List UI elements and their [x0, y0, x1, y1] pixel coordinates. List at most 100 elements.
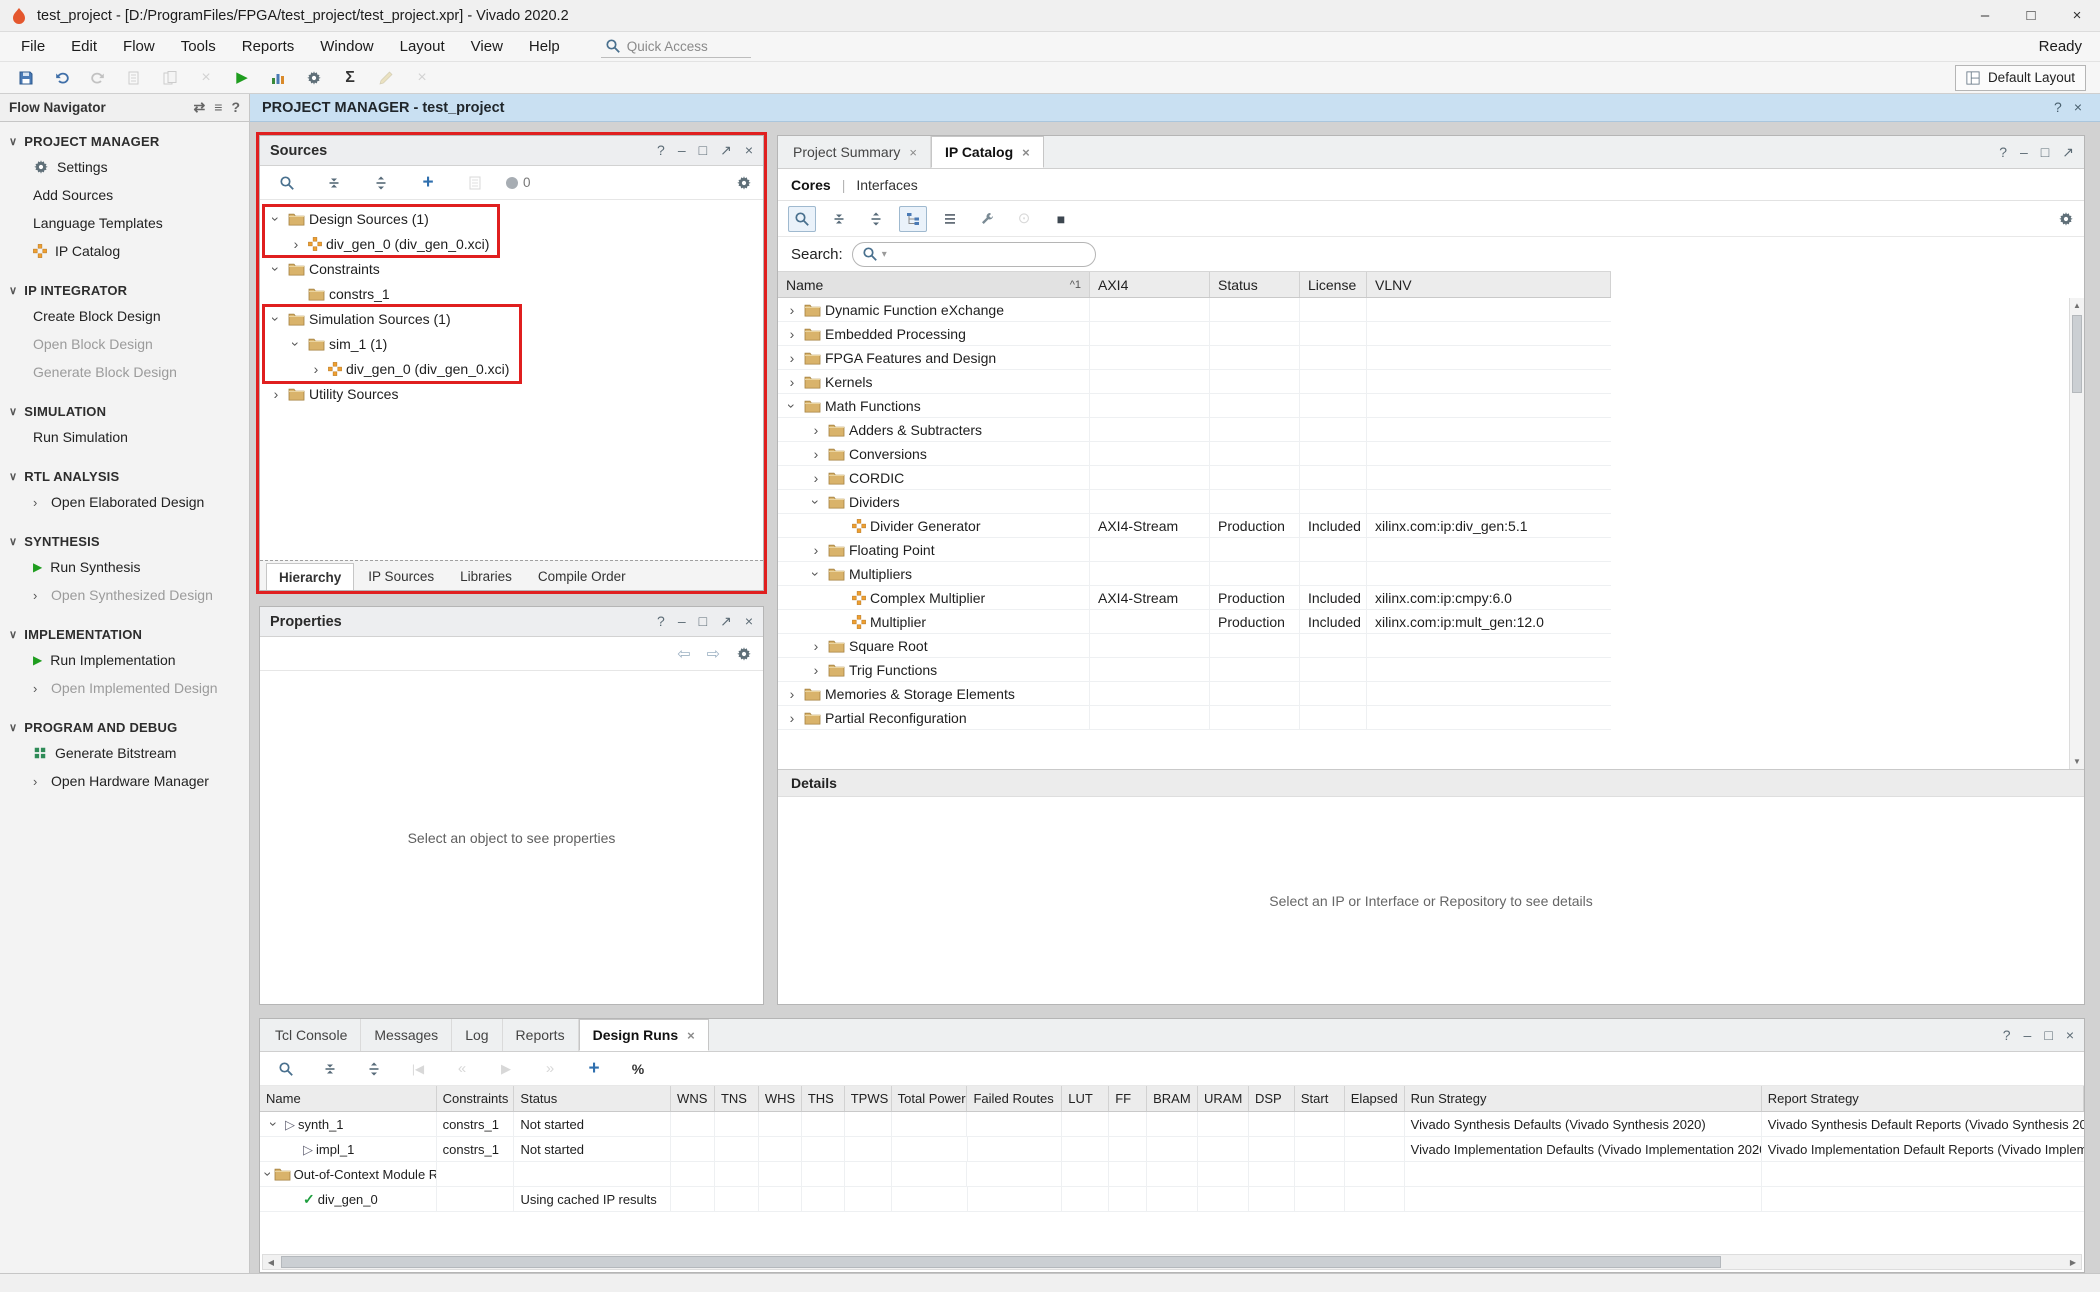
- menu-reports[interactable]: Reports: [229, 32, 308, 61]
- step-back-icon[interactable]: «: [446, 1055, 478, 1083]
- column-header-name[interactable]: Name: [260, 1086, 437, 1111]
- chevron-collapsed-icon[interactable]: ›: [784, 710, 800, 726]
- run-circle-icon[interactable]: ⊙: [1010, 206, 1038, 232]
- minimize-icon[interactable]: –: [2024, 1028, 2032, 1043]
- chevron-collapsed-icon[interactable]: ›: [808, 470, 824, 486]
- help-icon[interactable]: ?: [657, 143, 665, 158]
- float-icon[interactable]: ↗: [720, 143, 732, 158]
- design-run-row-out-of-context-module-runs[interactable]: ›Out-of-Context Module Runs: [260, 1162, 2084, 1187]
- close-icon[interactable]: ×: [745, 614, 753, 629]
- close-button[interactable]: ×: [2054, 0, 2100, 31]
- flownav-section-header-ip-integrator[interactable]: ∨IP INTEGRATOR: [0, 279, 249, 302]
- close-icon[interactable]: ×: [745, 143, 753, 158]
- delete-icon[interactable]: ×: [190, 64, 222, 92]
- chevron-collapsed-icon[interactable]: ›: [808, 662, 824, 678]
- menu-edit[interactable]: Edit: [58, 32, 110, 61]
- close-icon[interactable]: ×: [1022, 145, 1030, 160]
- close-icon[interactable]: ×: [2066, 1028, 2074, 1043]
- sources-tab-compile-order[interactable]: Compile Order: [526, 563, 638, 590]
- back-arrow-icon[interactable]: ⇦: [677, 644, 690, 664]
- menu-view[interactable]: View: [458, 32, 516, 61]
- gear-icon[interactable]: [736, 175, 752, 191]
- flownav-item-open-implemented-design[interactable]: ›Open Implemented Design: [0, 674, 249, 702]
- design-run-row-synth-1[interactable]: ›▷synth_1constrs_1Not startedVivado Synt…: [260, 1112, 2084, 1137]
- design-run-row-div-gen-0[interactable]: ✓div_gen_0Using cached IP results: [260, 1187, 2084, 1212]
- close-icon[interactable]: ×: [2074, 100, 2082, 116]
- column-header-run-strategy[interactable]: Run Strategy: [1405, 1086, 1762, 1111]
- flownav-section-header-program-and-debug[interactable]: ∨PROGRAM AND DEBUG: [0, 716, 249, 739]
- minimize-icon[interactable]: –: [2020, 145, 2028, 160]
- chevron-expanded-icon[interactable]: ›: [808, 566, 824, 582]
- gear-icon[interactable]: [2058, 211, 2074, 227]
- menu-tools[interactable]: Tools: [168, 32, 229, 61]
- flownav-item-ip-catalog[interactable]: IP Catalog: [0, 237, 249, 265]
- float-icon[interactable]: ↗: [720, 614, 732, 629]
- customize-icon[interactable]: [973, 206, 1001, 232]
- undo-icon[interactable]: [46, 64, 78, 92]
- scroll-down-icon[interactable]: ▼: [2070, 754, 2084, 769]
- help-icon[interactable]: ?: [231, 100, 240, 115]
- ip-catalog-row-dividers[interactable]: ›Dividers: [778, 490, 1611, 514]
- sources-tab-hierarchy[interactable]: Hierarchy: [266, 563, 354, 590]
- chevron-collapsed-icon[interactable]: ›: [784, 302, 800, 318]
- source-tree-item-div-gen-0-div-gen-0-xci[interactable]: ›div_gen_0 (div_gen_0.xci): [260, 231, 763, 256]
- design-run-row-impl-1[interactable]: ▷impl_1constrs_1Not startedVivado Implem…: [260, 1137, 2084, 1162]
- column-header-license[interactable]: License: [1300, 272, 1367, 297]
- maximize-icon[interactable]: □: [2041, 145, 2049, 160]
- search-icon[interactable]: [788, 206, 816, 232]
- collapse-all-icon[interactable]: [318, 169, 350, 197]
- column-header-start[interactable]: Start: [1295, 1086, 1345, 1111]
- ip-search-input[interactable]: ▾: [852, 242, 1096, 267]
- ip-catalog-row-floating-point[interactable]: ›Floating Point: [778, 538, 1611, 562]
- column-header-axi4[interactable]: AXI4: [1090, 272, 1210, 297]
- cancel-icon[interactable]: ×: [406, 64, 438, 92]
- skip-first-icon[interactable]: |◀: [402, 1055, 434, 1083]
- help-icon[interactable]: ?: [1999, 145, 2007, 160]
- sources-tab-libraries[interactable]: Libraries: [448, 563, 524, 590]
- redo-icon[interactable]: [82, 64, 114, 92]
- chevron-collapsed-icon[interactable]: ›: [808, 542, 824, 558]
- flownav-item-create-block-design[interactable]: Create Block Design: [0, 302, 249, 330]
- flownav-section-header-project-manager[interactable]: ∨PROJECT MANAGER: [0, 130, 249, 153]
- chevron-expanded-icon[interactable]: ›: [268, 261, 284, 277]
- minimize-button[interactable]: –: [1962, 0, 2008, 31]
- column-header-lut[interactable]: LUT: [1062, 1086, 1109, 1111]
- chevron-collapsed-icon[interactable]: ›: [308, 361, 324, 377]
- flownav-item-language-templates[interactable]: Language Templates: [0, 209, 249, 237]
- chevron-expanded-icon[interactable]: ›: [268, 211, 284, 227]
- float-icon[interactable]: ↗: [2062, 145, 2074, 160]
- ip-catalog-row-partial-reconfiguration[interactable]: ›Partial Reconfiguration: [778, 706, 1611, 730]
- chevron-expanded-icon[interactable]: ›: [260, 1172, 276, 1177]
- add-icon[interactable]: +: [412, 169, 444, 197]
- column-header-ff[interactable]: FF: [1109, 1086, 1147, 1111]
- save-icon[interactable]: [10, 64, 42, 92]
- help-icon[interactable]: ?: [2003, 1028, 2011, 1043]
- ip-catalog-row-multiplier[interactable]: MultiplierProductionIncludedxilinx.com:i…: [778, 610, 1611, 634]
- flownav-section-header-rtl-analysis[interactable]: ∨RTL ANALYSIS: [0, 465, 249, 488]
- expand-all-icon[interactable]: [862, 206, 890, 232]
- maximize-icon[interactable]: □: [2044, 1028, 2052, 1043]
- column-header-dsp[interactable]: DSP: [1249, 1086, 1295, 1111]
- column-header-uram[interactable]: URAM: [1198, 1086, 1249, 1111]
- tab-tcl-console[interactable]: Tcl Console: [262, 1019, 361, 1051]
- tab-reports[interactable]: Reports: [503, 1019, 579, 1051]
- maximize-icon[interactable]: □: [699, 614, 707, 629]
- scroll-left-icon[interactable]: ◀: [263, 1255, 279, 1269]
- flownav-item-generate-block-design[interactable]: Generate Block Design: [0, 358, 249, 386]
- tab-ip-catalog[interactable]: IP Catalog×: [931, 136, 1044, 168]
- expand-all-icon[interactable]: [358, 1055, 390, 1083]
- source-tree-item-constraints[interactable]: ›Constraints: [260, 256, 763, 281]
- ip-catalog-row-conversions[interactable]: ›Conversions: [778, 442, 1611, 466]
- ip-catalog-row-embedded-processing[interactable]: ›Embedded Processing: [778, 322, 1611, 346]
- flownav-item-open-synthesized-design[interactable]: ›Open Synthesized Design: [0, 581, 249, 609]
- settings-icon[interactable]: [298, 64, 330, 92]
- flownav-item-run-implementation[interactable]: ▶Run Implementation: [0, 646, 249, 674]
- swap-icon[interactable]: ⇄: [194, 100, 206, 115]
- minimize-icon[interactable]: –: [678, 614, 686, 629]
- percent-icon[interactable]: %: [622, 1055, 654, 1083]
- run-icon[interactable]: ▶: [226, 64, 258, 92]
- chevron-collapsed-icon[interactable]: ›: [808, 446, 824, 462]
- copy-icon[interactable]: [118, 64, 150, 92]
- column-header-total-power[interactable]: Total Power: [892, 1086, 968, 1111]
- column-header-name[interactable]: Name^1: [778, 272, 1090, 297]
